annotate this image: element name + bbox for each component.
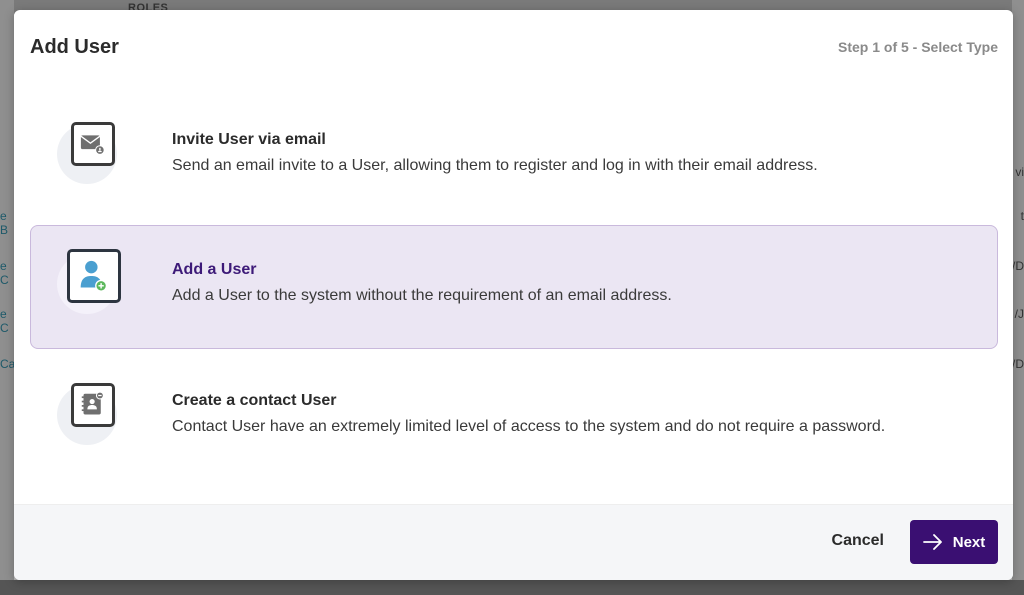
background-bottom	[0, 580, 1024, 595]
option-icon-wrap	[57, 122, 125, 184]
option-title: Add a User	[172, 261, 257, 278]
background-right-fragment: /D	[1012, 259, 1024, 273]
background-left-fragment: e C	[0, 307, 9, 335]
envelope-icon	[71, 122, 115, 166]
option-description: Send an email invite to a User, allowing…	[172, 157, 818, 174]
option-title: Invite User via email	[172, 131, 326, 148]
add-user-icon	[67, 249, 121, 303]
background-left-fragment: e C	[0, 259, 9, 287]
background-left-fragment: e B	[0, 209, 9, 237]
background-right-column: vi t /D /J /D	[1012, 0, 1024, 595]
option-icon-wrap	[57, 249, 125, 314]
contact-book-icon	[71, 383, 115, 427]
background-right-fragment: vi	[1015, 165, 1024, 179]
arrow-right-icon	[922, 534, 942, 550]
option-title: Create a contact User	[172, 392, 337, 409]
background-left-column: e B e C e C Ca	[0, 0, 15, 595]
modal-footer: Cancel Next	[14, 504, 1013, 580]
option-description: Add a User to the system without the req…	[172, 287, 672, 304]
next-button-label: Next	[952, 533, 986, 551]
option-icon-wrap	[57, 383, 125, 445]
background-right-fragment: /J	[1014, 307, 1024, 321]
background-right-fragment: /D	[1012, 357, 1024, 371]
next-button[interactable]: Next	[910, 520, 998, 564]
step-indicator: Step 1 of 5 - Select Type	[837, 39, 998, 55]
option-create-contact-user[interactable]: Create a contact User Contact User have …	[30, 356, 998, 480]
background-right-fragment: t	[1020, 209, 1024, 223]
add-user-modal: Add User Step 1 of 5 - Select Type Invit…	[14, 10, 1013, 580]
option-description: Contact User have an extremely limited l…	[172, 418, 886, 435]
modal-title: Add User	[30, 36, 119, 58]
cancel-button[interactable]: Cancel	[832, 532, 884, 550]
option-invite-via-email[interactable]: Invite User via email Send an email invi…	[30, 95, 998, 219]
option-add-a-user[interactable]: Add a User Add a User to the system with…	[30, 225, 998, 349]
modal-header: Add User Step 1 of 5 - Select Type	[14, 10, 1013, 84]
